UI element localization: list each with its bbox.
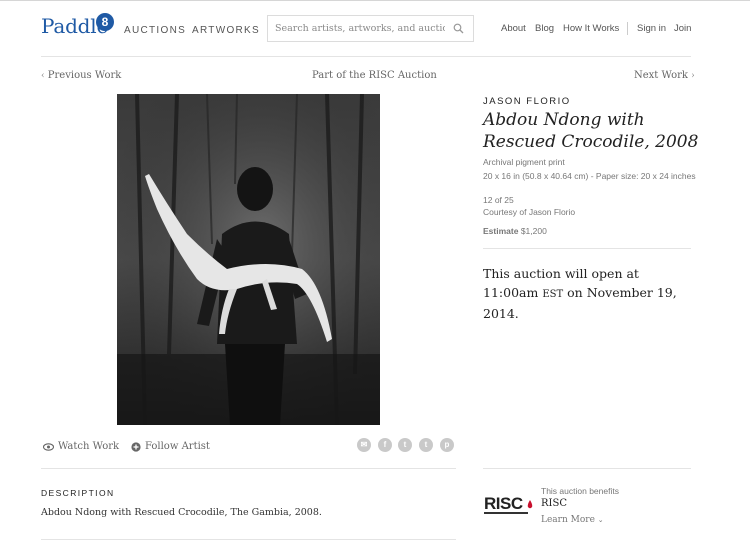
follow-artist-button[interactable]: Follow Artist [131,441,210,452]
auction-link[interactable]: Part of the RISC Auction [312,70,437,81]
artwork-medium: Archival pigment print [483,157,565,167]
watch-work-button[interactable]: Watch Work [42,441,120,452]
description-divider [41,539,456,540]
benefit-org[interactable]: RISC [541,498,567,509]
risc-logo-text: RISC [484,494,523,513]
previous-work-label: Previous Work [47,70,122,81]
estimate-value: $1,200 [520,226,547,236]
risc-logo[interactable]: RISC [484,494,533,514]
search-box[interactable] [267,15,474,42]
open-zone: EST [542,289,564,300]
estimate: Estimate $1,200 [483,226,547,236]
chevron-left-icon: ‹ [41,71,45,81]
logo-badge[interactable]: 8 [96,13,114,31]
auction-open-line: This auction will open at [483,266,639,281]
learn-more-label: Learn More [541,515,595,525]
pinterest-icon[interactable]: p [440,438,454,452]
auction-open-notice: This auction will open at 11:00am EST on… [483,264,713,323]
previous-work-link[interactable]: ‹ Previous Work [41,70,121,81]
description-text: Abdou Ndong with Rescued Crocodile, The … [41,507,322,518]
chevron-down-icon: ⌄ [597,516,604,524]
join-link[interactable]: Join [674,23,691,34]
artwork-photo [117,94,380,425]
search-input[interactable] [275,20,445,37]
tumblr-icon[interactable]: t [398,438,412,452]
how-it-works-link[interactable]: How It Works [563,23,619,34]
details-divider [483,248,691,249]
chevron-right-icon: › [691,71,695,81]
twitter-icon[interactable]: t [419,438,433,452]
search-icon[interactable] [453,23,464,34]
top-border [0,0,750,1]
artwork-image[interactable] [117,94,380,425]
action-divider [41,468,456,469]
drop-icon [527,500,533,509]
divider [627,22,628,35]
benefit-label: This auction benefits [541,486,619,496]
plus-circle-icon [131,441,141,452]
open-time: 11:00am [483,285,539,300]
learn-more-link[interactable]: Learn More ⌄ [541,515,604,525]
artist-name[interactable]: JASON FLORIO [483,96,571,107]
next-work-link[interactable]: Next Work › [634,70,695,81]
header-divider [41,56,691,57]
benefit-divider [483,468,691,469]
next-work-label: Next Work [634,70,688,81]
nav-auctions[interactable]: AUCTIONS [124,25,186,36]
artwork-dimensions: 20 x 16 in (50.8 x 40.64 cm) - Paper siz… [483,171,696,181]
eye-icon [42,442,55,451]
auction-open-time: 11:00am EST on November 19, 2014. [483,283,713,323]
description-heading: DESCRIPTION [41,488,115,498]
follow-artist-label: Follow Artist [145,441,210,452]
about-link[interactable]: About [501,23,526,34]
blog-link[interactable]: Blog [535,23,554,34]
facebook-icon[interactable]: f [378,438,392,452]
estimate-label: Estimate [483,226,519,236]
email-icon[interactable]: ✉ [357,438,371,452]
artwork-courtesy: Courtesy of Jason Florio [483,207,576,217]
sign-in-link[interactable]: Sign in [637,23,666,34]
artwork-title: Abdou Ndong with Rescued Crocodile, 2008 [483,110,699,152]
nav-artworks[interactable]: ARTWORKS [192,25,260,36]
watch-work-label: Watch Work [58,441,120,452]
artwork-edition: 12 of 25 [483,195,514,205]
